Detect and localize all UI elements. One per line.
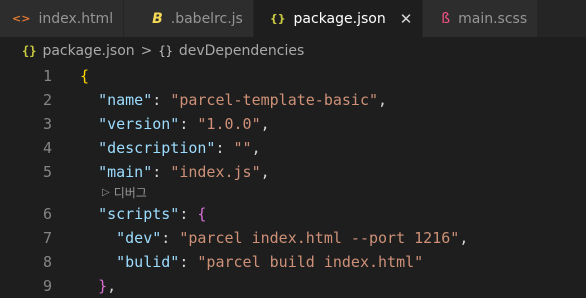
tab-label: .babelrc.js — [170, 10, 243, 27]
code-token: : — [152, 163, 171, 181]
object-icon: {} — [158, 43, 173, 58]
breadcrumb: {} package.json > {} devDependencies — [0, 37, 586, 64]
code-line[interactable]: 2 "name": "parcel-template-basic", — [0, 88, 586, 112]
code-token: "main" — [98, 163, 153, 181]
code-token: , — [260, 115, 270, 133]
code-line[interactable]: 9 }, — [0, 274, 586, 298]
tab-label: package.json — [293, 10, 386, 27]
code-line[interactable]: 5 "main": "index.js", — [0, 160, 586, 184]
code-token: , — [251, 139, 261, 157]
line-number: 1 — [42, 67, 52, 85]
code-line[interactable]: 6 "scripts": { — [0, 202, 586, 226]
tab-package-json[interactable]: {} package.json ✕ — [253, 0, 424, 37]
code-token: : — [179, 253, 198, 271]
code-token: , — [459, 229, 469, 247]
code-token: : — [152, 91, 171, 109]
tab-babelrc[interactable]: B .babelrc.js — [124, 0, 254, 37]
code-token: "version" — [98, 115, 180, 133]
babel-icon: B — [152, 10, 163, 27]
codelens-label[interactable]: 디버그 — [114, 184, 147, 202]
line-content: { — [80, 64, 89, 88]
code-line[interactable]: 8 "bulid": "parcel build index.html" — [0, 250, 586, 274]
code-token: : — [179, 115, 198, 133]
code-token: , — [378, 91, 388, 109]
line-content: }, — [80, 274, 116, 298]
line-number: 3 — [42, 115, 52, 133]
close-icon[interactable]: ✕ — [400, 10, 413, 28]
line-content: "scripts": { — [80, 202, 206, 226]
code-token: "parcel index.html --port 1216" — [179, 229, 460, 247]
tab-label: index.html — [38, 10, 114, 27]
code-token: : — [179, 205, 198, 223]
code-token: { — [80, 67, 90, 85]
line-number: 8 — [42, 253, 52, 271]
code-token: : — [161, 229, 180, 247]
line-content: "main": "index.js", — [80, 160, 270, 184]
code-token: "scripts" — [98, 205, 180, 223]
code-token: "parcel build index.html" — [197, 253, 424, 271]
line-content: "bulid": "parcel build index.html" — [80, 250, 423, 274]
line-content: "version": "1.0.0", — [80, 112, 270, 136]
sass-icon: ß — [441, 10, 451, 27]
line-number: 5 — [42, 163, 52, 181]
breadcrumb-node[interactable]: devDependencies — [179, 43, 304, 59]
html-icon: <> — [12, 12, 31, 25]
breadcrumb-file[interactable]: package.json — [42, 43, 134, 59]
code-token: } — [98, 277, 108, 295]
code-token: "1.0.0" — [197, 115, 261, 133]
code-line[interactable]: 7 "dev": "parcel index.html --port 1216"… — [0, 226, 586, 250]
code-token: "index.js" — [170, 163, 261, 181]
line-content: "description": "", — [80, 136, 261, 160]
json-icon: {} — [269, 12, 286, 25]
run-icon: ▷ — [102, 187, 110, 198]
gutter-spacer — [0, 184, 80, 202]
code-token: "dev" — [116, 229, 162, 247]
code-line[interactable]: 3 "version": "1.0.0", — [0, 112, 586, 136]
code-token: "parcel-template-basic" — [170, 91, 379, 109]
code-token: "bulid" — [116, 253, 180, 271]
code-line[interactable]: 1{ — [0, 64, 586, 88]
line-number: 7 — [42, 229, 52, 247]
line-number: 9 — [42, 277, 52, 295]
code-token: "description" — [98, 139, 216, 157]
line-number: 6 — [42, 205, 52, 223]
code-token: { — [197, 205, 207, 223]
line-content: "name": "parcel-template-basic", — [80, 88, 387, 112]
tab-label: main.scss — [458, 10, 528, 27]
code-editor[interactable]: 1{2 "name": "parcel-template-basic", 3 "v… — [0, 64, 586, 298]
line-number: 4 — [42, 139, 52, 157]
chevron-right-icon: > — [140, 42, 153, 59]
line-number: 2 — [42, 91, 52, 109]
tab-bar: <> index.html B .babelrc.js {} package.j… — [0, 0, 586, 37]
code-token: , — [260, 163, 270, 181]
codelens-debug[interactable]: ▷ 디버그 — [0, 184, 586, 202]
code-line[interactable]: 4 "description": "", — [0, 136, 586, 160]
code-token: : — [215, 139, 234, 157]
code-token: "" — [233, 139, 252, 157]
code-token: , — [107, 277, 117, 295]
tab-index-html[interactable]: <> index.html — [0, 0, 125, 37]
line-content: "dev": "parcel index.html --port 1216", — [80, 226, 468, 250]
code-token: "name" — [98, 91, 153, 109]
json-icon: {} — [22, 43, 37, 58]
tab-main-scss[interactable]: ß main.scss — [423, 0, 539, 37]
